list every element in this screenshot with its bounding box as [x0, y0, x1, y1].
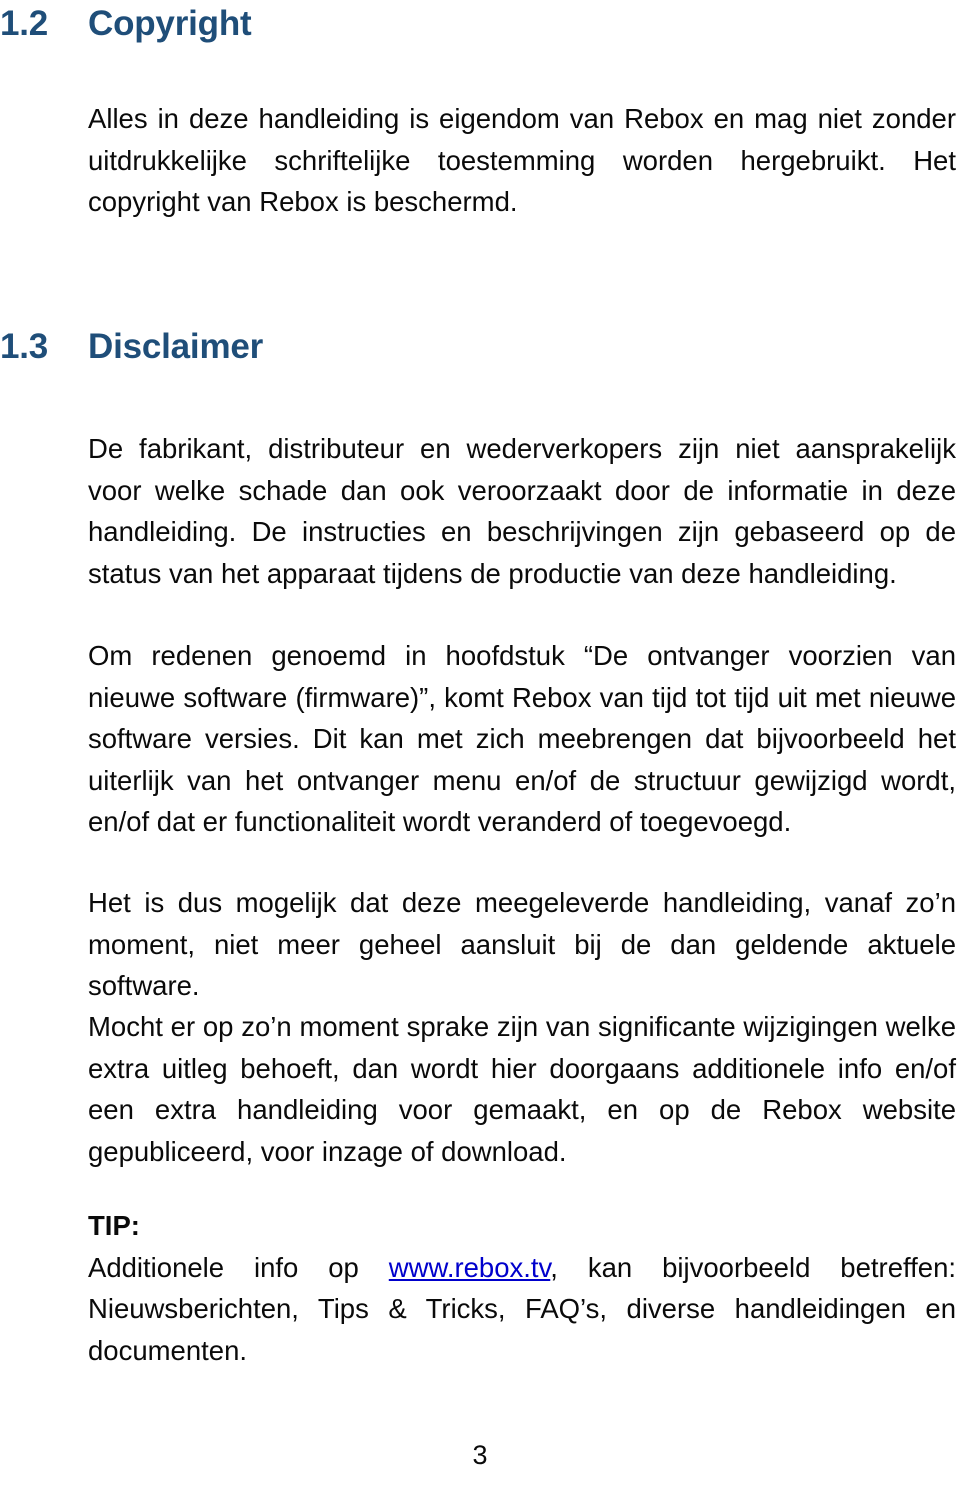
rebox-website-link[interactable]: www.rebox.tv	[389, 1252, 550, 1283]
paragraph: Het is dus mogelijk dat deze meegeleverd…	[88, 887, 956, 1001]
copyright-paragraph-block: Alles in deze handleiding is eigendom va…	[88, 98, 956, 223]
section-title: Copyright	[88, 4, 252, 43]
disclaimer-paragraph-block-1: De fabrikant, distributeur en wederverko…	[88, 428, 956, 594]
paragraph: Mocht er op zo’n moment sprake zijn van …	[88, 1011, 956, 1167]
paragraph: Alles in deze handleiding is eigendom va…	[88, 103, 956, 217]
paragraph: Om redenen genoemd in hoofdstuk “De ontv…	[88, 640, 956, 837]
section-title: Disclaimer	[88, 327, 264, 366]
section-heading-disclaimer: 1.3 Disclaimer	[0, 325, 960, 369]
tip-text-before-link: Additionele info op	[88, 1251, 389, 1283]
section-heading-copyright: 1.2 Copyright	[0, 2, 960, 46]
paragraph: De fabrikant, distributeur en wederverko…	[88, 433, 956, 589]
tip-block: TIP: Additionele info op www.rebox.tv, k…	[88, 1205, 956, 1371]
section-number: 1.3	[0, 327, 49, 366]
tip-text: Additionele info op www.rebox.tv, kan bi…	[88, 1247, 956, 1372]
disclaimer-paragraph-block-4: Mocht er op zo’n moment sprake zijn van …	[88, 1006, 956, 1172]
page-number: 3	[472, 1440, 488, 1470]
document-page: 1.2 Copyright Alles in deze handleiding …	[0, 0, 960, 1496]
disclaimer-paragraph-block-2: Om redenen genoemd in hoofdstuk “De ontv…	[88, 635, 956, 843]
disclaimer-paragraph-block-3: Het is dus mogelijk dat deze meegeleverd…	[88, 882, 956, 1007]
tip-label: TIP:	[88, 1210, 140, 1241]
section-number: 1.2	[0, 4, 49, 43]
